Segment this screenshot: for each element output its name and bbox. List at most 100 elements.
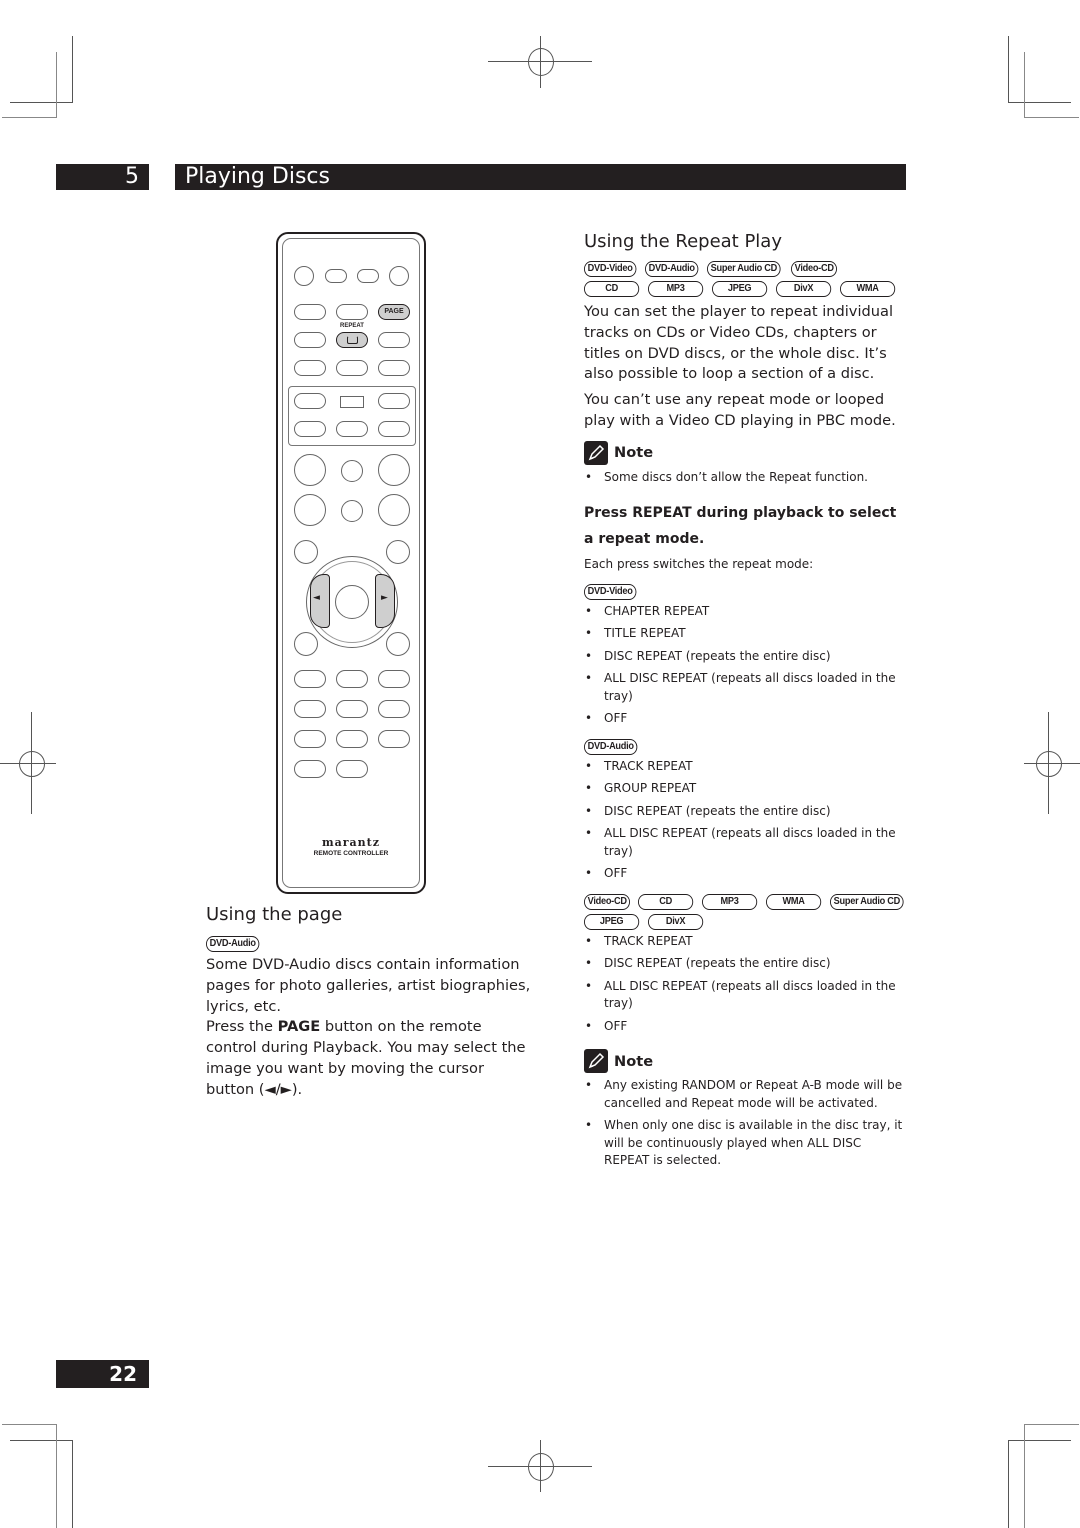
repeat-label: REPEAT (340, 323, 364, 329)
remote-button (294, 632, 318, 656)
paragraph: Press the PAGE button on the remote cont… (206, 1017, 536, 1100)
chapter-title: Playing Discs (175, 164, 906, 190)
repeat-mode-item: OFF (584, 710, 909, 728)
badge-video-cd: Video-CD (584, 893, 631, 910)
badge-super-audio-cd: Super Audio CD (830, 893, 905, 910)
badge-dvd-audio: DVD-Audio (644, 261, 699, 277)
repeat-mode-item: DISC REPEAT (repeats the entire disc) (584, 955, 909, 973)
remote-button (341, 460, 363, 482)
remote-button (386, 540, 410, 564)
remote-button (378, 494, 410, 526)
page-button: PAGE (378, 304, 410, 320)
note-box: Note Some discs don’t allow the Repeat f… (584, 440, 909, 486)
pencil-note-icon (584, 1049, 608, 1074)
remote-button (378, 730, 410, 748)
disc-type-badges: DVD-Video (584, 579, 909, 600)
chapter-number: 5 (56, 164, 149, 190)
disc-type-badges: DVD-Video DVD-Audio Super Audio CD Video-CD (584, 256, 909, 277)
remote-button (336, 700, 368, 718)
disc-type-badges: JPEG DivX (584, 909, 909, 930)
badge-dvd-video: DVD-Video (584, 261, 637, 277)
remote-button (294, 304, 326, 320)
repeat-mode-item: TRACK REPEAT (584, 933, 909, 951)
remote-button (341, 500, 363, 522)
remote-button (378, 421, 410, 437)
pencil-note-icon (584, 440, 608, 465)
remote-button (294, 760, 326, 778)
repeat-mode-item: OFF (584, 1018, 909, 1036)
badge-cd: CD (638, 893, 694, 910)
page-button-ref: PAGE (277, 1018, 321, 1036)
badge-super-audio-cd: Super Audio CD (706, 261, 781, 277)
remote-button (336, 670, 368, 688)
remote-button (378, 454, 410, 486)
disc-type-badges: CD MP3 JPEG DivX WMA (584, 276, 909, 297)
badge-cd: CD (584, 281, 640, 297)
disc-type-badges: Video-CD CD MP3 WMA Super Audio CD (584, 889, 909, 910)
disc-type-badges: DVD-Audio (584, 734, 909, 755)
section-title: Using the Repeat Play (584, 231, 782, 252)
cursor-right-button: ► (375, 574, 395, 628)
repeat-mode-list: TRACK REPEAT DISC REPEAT (repeats the en… (584, 933, 909, 1036)
remote-button (336, 730, 368, 748)
repeat-icon (347, 336, 358, 344)
remote-button (336, 760, 368, 778)
cursor-left-button: ◄ (310, 574, 330, 628)
remote-button (378, 332, 410, 348)
note-item: When only one disc is available in the d… (584, 1117, 909, 1170)
note-list: Any existing RANDOM or Repeat A-B mode w… (584, 1077, 909, 1170)
step-intro: Each press switches the repeat mode: (584, 556, 814, 571)
section-title: Using the page (206, 904, 343, 925)
repeat-mode-item: DISC REPEAT (repeats the entire disc) (584, 648, 909, 666)
repeat-mode-item: DISC REPEAT (repeats the entire disc) (584, 803, 909, 821)
note-item: Any existing RANDOM or Repeat A-B mode w… (584, 1077, 909, 1112)
using-page-section: Using the page DVD-Audio Some DVD-Audio … (206, 904, 536, 1101)
remote-button (336, 360, 368, 376)
repeat-mode-item: OFF (584, 865, 909, 883)
note-header: Note (584, 440, 909, 465)
repeat-mode-item: ALL DISC REPEAT (repeats all discs loade… (584, 825, 909, 860)
page-number: 22 (56, 1360, 149, 1388)
left-arrow-icon: ◄ (313, 593, 320, 603)
repeat-mode-item: CHAPTER REPEAT (584, 603, 909, 621)
repeat-mode-item: ALL DISC REPEAT (repeats all discs loade… (584, 670, 909, 705)
paragraph: You can set the player to repeat individ… (584, 303, 894, 383)
badge-divx: DivX (776, 281, 832, 297)
remote-button (294, 730, 326, 748)
note-label: Note (614, 444, 654, 462)
remote-button (378, 700, 410, 718)
note-list: Some discs don’t allow the Repeat functi… (584, 469, 909, 486)
repeat-mode-item: TITLE REPEAT (584, 625, 909, 643)
remote-button (378, 670, 410, 688)
remote-button (357, 269, 379, 283)
remote-button (294, 700, 326, 718)
disc-type-badges: DVD-Audio (206, 931, 536, 952)
remote-button (389, 266, 409, 286)
badge-wma: WMA (840, 281, 896, 297)
repeat-mode-item: ALL DISC REPEAT (repeats all discs loade… (584, 978, 909, 1013)
remote-button (386, 632, 410, 656)
text: Press the (206, 1018, 278, 1036)
remote-button (294, 393, 326, 409)
badge-mp3: MP3 (648, 281, 704, 297)
remote-button (294, 670, 326, 688)
brand-logo: marantz (321, 836, 380, 849)
note-box: Note Any existing RANDOM or Repeat A-B m… (584, 1049, 909, 1170)
note-label: Note (614, 1052, 654, 1070)
paragraph: Some DVD-Audio discs contain information… (206, 956, 531, 1015)
remote-button (294, 494, 326, 526)
repeat-play-section: Using the Repeat Play DVD-Video DVD-Audio… (584, 231, 909, 1170)
repeat-mode-list: TRACK REPEAT GROUP REPEAT DISC REPEAT (r… (584, 758, 909, 883)
right-arrow-icon: ► (381, 593, 388, 603)
badge-video-cd: Video-CD (790, 261, 838, 277)
badge-mp3: MP3 (702, 893, 758, 910)
badge-jpeg: JPEG (712, 281, 768, 297)
remote-button (294, 540, 318, 564)
remote-button (294, 332, 326, 348)
remote-control-illustration: PAGE REPEAT ◄ ► marantz REMOTE CONTROLLE… (276, 232, 426, 894)
paragraph: You can’t use any repeat mode or looped … (584, 391, 896, 429)
repeat-button (336, 332, 368, 348)
badge-dvd-audio: DVD-Audio (206, 936, 260, 952)
enter-button (335, 585, 369, 619)
repeat-mode-list: CHAPTER REPEAT TITLE REPEAT DISC REPEAT … (584, 603, 909, 728)
